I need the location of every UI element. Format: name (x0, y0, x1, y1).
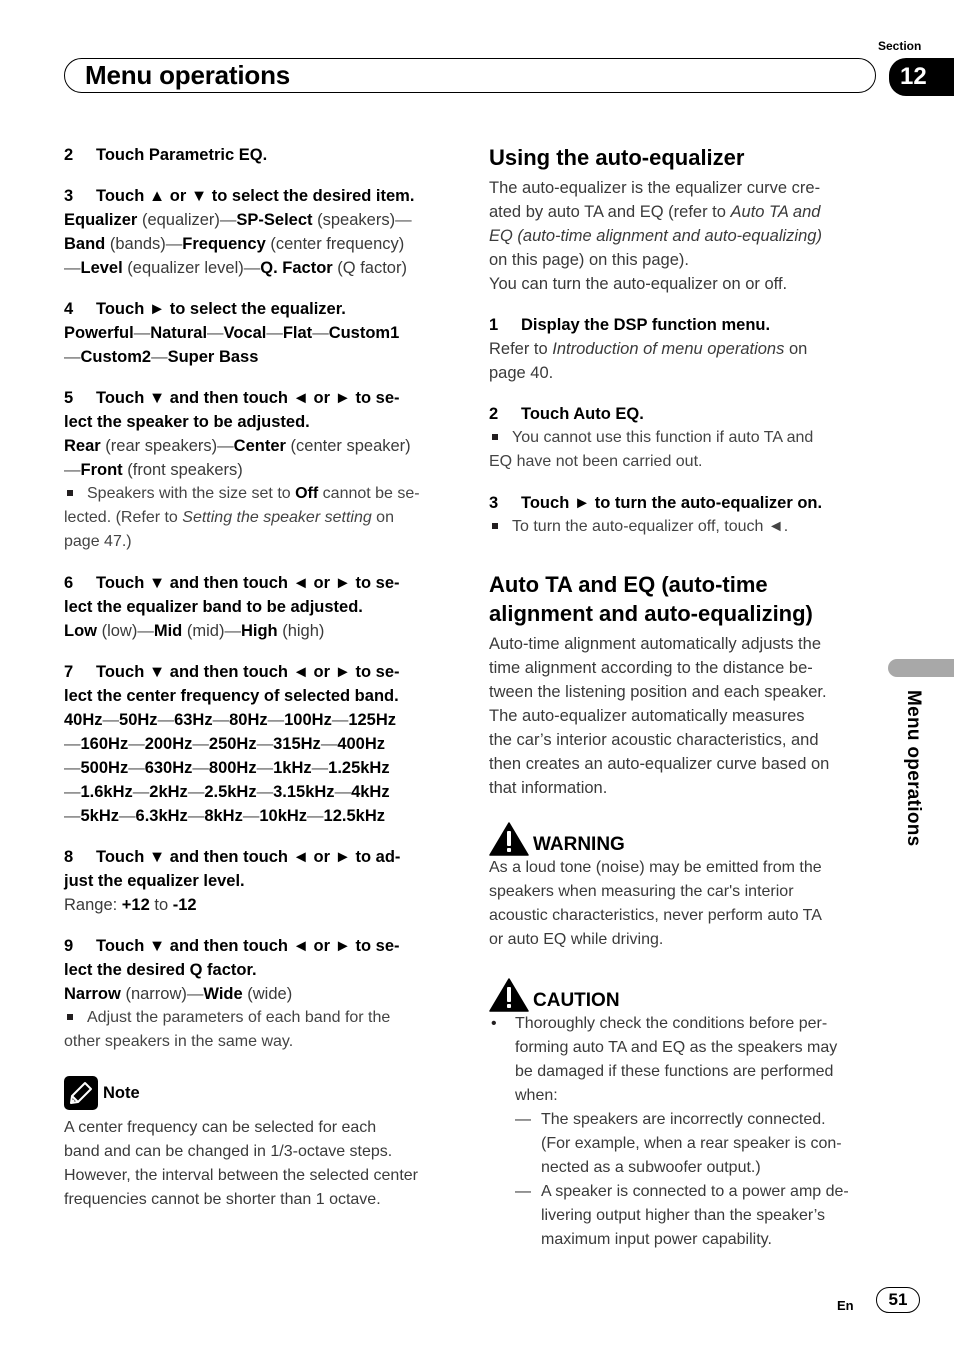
frequency-option: 3.15kHz (273, 783, 335, 801)
frequency-option: 1kHz (273, 759, 312, 777)
warning-title: WARNING (533, 834, 625, 855)
frequency-option: 800Hz (208, 759, 257, 777)
auto-eq-step-2: 2 Touch Auto EQ. (489, 405, 644, 423)
frequency-option: 80Hz (229, 711, 268, 729)
note-text: A center frequency can be selected for e… (64, 1119, 418, 1208)
warning-triangle-icon (489, 822, 529, 856)
equalizer-options-list: Powerful—Natural—Vocal—Flat—Custom1 —Cus… (64, 324, 400, 366)
step-3-select-item: 3 Touch ▲ or ▼ to select the desired item… (64, 187, 415, 205)
page-title-bar: Menu operations (64, 58, 876, 93)
frequency-option: 1.6kHz (80, 783, 133, 801)
square-bullet-icon (492, 522, 498, 529)
section-number-badge: 12 (889, 58, 954, 96)
frequency-row: 40Hz—50Hz—63Hz—80Hz—100Hz—125Hz (64, 711, 397, 729)
step-8-adjust-level: 8 Touch ▼ and then touch ◄ or ► to ad- ju… (64, 848, 401, 890)
side-tab-marker (888, 659, 954, 677)
frequency-option: 160Hz (80, 735, 129, 753)
left-column: 2 Touch Parametric EQ. 3 Touch ▲ or ▼ to s… (64, 143, 456, 1212)
auto-ta-eq-heading: Auto TA and EQ (auto-time alignment and … (489, 572, 813, 626)
frequency-option: 4kHz (351, 783, 390, 801)
pencil-note-icon (64, 1076, 98, 1110)
frequency-row: —1.6kHz—2kHz—2.5kHz—3.15kHz—4kHz (64, 783, 390, 801)
page-number: 51 (876, 1287, 920, 1313)
auto-eq-step-1: 1 Display the DSP function menu. (489, 316, 771, 334)
auto-ta-reference: EQ (auto-time alignment and auto-equaliz… (489, 227, 822, 245)
language-label: En (837, 1298, 854, 1313)
frequency-option: 125Hz (348, 711, 397, 729)
section-label: Section (878, 39, 922, 53)
frequency-option: 6.3kHz (135, 807, 188, 825)
step-6-select-band: 6 Touch ▼ and then touch ◄ or ► to se- le… (64, 574, 400, 616)
auto-ta-eq-description: Auto-time alignment automatically adjust… (489, 635, 830, 797)
frequency-option: 2.5kHz (204, 783, 257, 801)
square-bullet-icon (492, 433, 498, 440)
caution-sub-item: — The speakers are incorrectly connected… (515, 1111, 842, 1176)
frequency-option: 5kHz (80, 807, 120, 825)
adjust-parameters-note: Adjust the parameters of each band for t… (64, 1009, 391, 1050)
caution-list: Thoroughly check the conditions before p… (489, 1012, 877, 1252)
warning-header: WARNING (489, 820, 877, 856)
frequency-option: 1.25kHz (328, 759, 390, 777)
caution-sub-item: — A speaker is connected to a power amp … (515, 1183, 849, 1248)
frequency-row: —160Hz—200Hz—250Hz—315Hz—400Hz (64, 735, 386, 753)
frequency-option: 63Hz (174, 711, 213, 729)
note-title: Note (103, 1084, 140, 1102)
auto-eq-requirement-note: You cannot use this function if auto TA … (489, 429, 814, 470)
square-bullet-icon (67, 1013, 73, 1020)
note-header: Note (64, 1076, 456, 1110)
frequency-options-list: 40Hz—50Hz—63Hz—80Hz—100Hz—125Hz —160Hz—20… (64, 708, 456, 828)
q-factor-options-list: Narrow (narrow)—Wide (wide) (64, 985, 293, 1003)
frequency-option: 630Hz (144, 759, 193, 777)
frequency-option: 200Hz (144, 735, 193, 753)
step-7-select-frequency: 7 Touch ▼ and then touch ◄ or ► to se- le… (64, 663, 400, 705)
page-title: Menu operations (85, 60, 291, 90)
frequency-option: 10kHz (259, 807, 308, 825)
band-options-list: Low (low)—Mid (mid)—High (high) (64, 622, 325, 640)
auto-eq-step-3: 3 Touch ► to turn the auto-equalizer on. (489, 494, 823, 512)
step-5-select-speaker: 5 Touch ▼ and then touch ◄ or ► to se- le… (64, 389, 400, 431)
frequency-option: 2kHz (149, 783, 188, 801)
square-bullet-icon (67, 489, 73, 496)
frequency-option: 50Hz (119, 711, 158, 729)
item-options-list: Equalizer (equalizer)—SP-Select (speaker… (64, 211, 412, 277)
frequency-option: 315Hz (273, 735, 321, 753)
frequency-option: 8kHz (204, 807, 243, 825)
frequency-option: 12.5kHz (323, 807, 386, 825)
level-range: Range: +12 to -12 (64, 896, 197, 914)
auto-eq-off-note: To turn the auto-equalizer off, touch ◄. (489, 515, 877, 539)
step-9-select-q-factor: 9 Touch ▼ and then touch ◄ or ► to se- le… (64, 937, 400, 979)
auto-equalizer-intro: The auto-equalizer is the equalizer curv… (489, 179, 822, 293)
caution-triangle-icon (489, 978, 529, 1012)
auto-equalizer-heading: Using the auto-equalizer (489, 145, 745, 170)
speaker-size-note: Speakers with the size set to Off cannot… (64, 485, 420, 550)
right-column: Using the auto-equalizer The auto-equali… (489, 143, 877, 1252)
menu-intro-reference: Refer to Introduction of menu operations… (489, 340, 808, 382)
side-tab-label: Menu operations (903, 690, 924, 847)
frequency-row: —500Hz—630Hz—800Hz—1kHz—1.25kHz (64, 759, 390, 777)
step-2-touch-parametric-eq: 2 Touch Parametric EQ. (64, 146, 268, 164)
frequency-option: 400Hz (337, 735, 386, 753)
speaker-options-list: Rear (rear speakers)—Center (center spea… (64, 437, 411, 479)
caution-item: Thoroughly check the conditions before p… (489, 1012, 877, 1108)
step-4-select-equalizer: 4 Touch ► to select the equalizer. (64, 300, 346, 318)
frequency-option: 100Hz (284, 711, 332, 729)
frequency-option: 250Hz (208, 735, 257, 753)
frequency-row: —5kHz—6.3kHz—8kHz—10kHz—12.5kHz (64, 807, 386, 825)
frequency-option: 500Hz (80, 759, 129, 777)
caution-header: CAUTION (489, 976, 877, 1012)
warning-text: As a loud tone (noise) may be emitted fr… (489, 859, 822, 948)
speaker-setting-reference: Setting the speaker setting (182, 509, 372, 526)
frequency-option: 40Hz (64, 711, 103, 729)
caution-title: CAUTION (533, 990, 620, 1011)
